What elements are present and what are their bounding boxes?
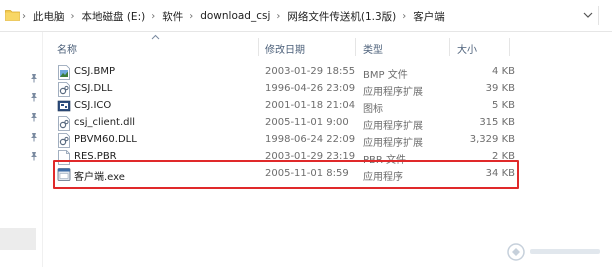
pin-icon[interactable]	[29, 73, 39, 83]
breadcrumb: › 此电脑 › 本地磁盘 (E:) › 软件 › download_csj › …	[22, 9, 445, 23]
sort-ascending-icon	[151, 34, 160, 40]
column-header-type[interactable]: 类型	[363, 41, 383, 56]
watermark-logo	[506, 241, 606, 263]
file-size: 3,329 KB	[469, 134, 515, 145]
file-row[interactable]: CSJ.ICO 2001-01-18 21:04 图标 5 KB	[52, 98, 522, 115]
file-type: BMP 文件	[363, 70, 408, 81]
file-row[interactable]: csj_client.dll 2005-11-01 9:00 应用程序扩展 31…	[52, 115, 522, 132]
file-type: 应用程序扩展	[363, 87, 423, 98]
column-divider[interactable]	[258, 38, 259, 56]
file-type: 应用程序扩展	[363, 138, 423, 149]
breadcrumb-item-this-pc[interactable]: 此电脑	[33, 9, 65, 24]
column-header-modified[interactable]: 修改日期	[265, 41, 305, 56]
column-header: 名称 修改日期 类型 大小	[43, 32, 612, 60]
file-type: 应用程序扩展	[363, 121, 423, 132]
pin-icon[interactable]	[29, 92, 39, 102]
chevron-right-icon[interactable]: ›	[402, 11, 406, 22]
file-modified: 2003-01-29 18:55	[265, 66, 356, 77]
column-divider[interactable]	[449, 38, 450, 56]
address-bar-divider	[598, 6, 599, 25]
file-size: 5 KB	[492, 100, 515, 111]
column-header-name[interactable]: 名称	[57, 41, 77, 56]
breadcrumb-item-local-disk-e[interactable]: 本地磁盘 (E:)	[82, 9, 146, 24]
file-row[interactable]: PBVM60.DLL 1998-06-24 22:09 应用程序扩展 3,329…	[52, 132, 522, 149]
highlight-box	[53, 160, 519, 189]
file-modified: 2005-11-01 9:00	[265, 117, 349, 128]
file-name[interactable]: CSJ.ICO	[74, 100, 111, 111]
chevron-right-icon[interactable]: ›	[189, 11, 193, 22]
column-header-size[interactable]: 大小	[457, 41, 477, 56]
image-file-icon	[58, 65, 70, 80]
chevron-down-icon[interactable]	[583, 11, 593, 19]
dll-file-icon	[58, 82, 70, 97]
column-divider[interactable]	[355, 38, 356, 56]
breadcrumb-item-client[interactable]: 客户端	[413, 9, 445, 24]
chevron-right-icon[interactable]: ›	[276, 11, 280, 22]
file-size: 315 KB	[479, 117, 515, 128]
file-modified: 1996-04-26 23:09	[265, 83, 356, 94]
file-name[interactable]: CSJ.DLL	[74, 83, 112, 94]
pin-icon[interactable]	[29, 112, 39, 122]
breadcrumb-item-file-transfer[interactable]: 网络文件传送机(1.3版)	[287, 9, 396, 24]
dll-file-icon	[58, 133, 70, 148]
file-type: 图标	[363, 104, 383, 115]
file-row[interactable]: CSJ.BMP 2003-01-29 18:55 BMP 文件 4 KB	[52, 64, 522, 81]
file-row[interactable]: CSJ.DLL 1996-04-26 23:09 应用程序扩展 39 KB	[52, 81, 522, 98]
file-name[interactable]: PBVM60.DLL	[74, 134, 137, 145]
file-size: 4 KB	[492, 66, 515, 77]
folder-icon	[5, 10, 20, 21]
watermark-icon	[507, 243, 525, 261]
chevron-right-icon[interactable]: ›	[71, 11, 75, 22]
breadcrumb-item-software[interactable]: 软件	[162, 9, 183, 24]
pane-divider[interactable]	[42, 32, 43, 267]
watermark-text-mark	[530, 249, 600, 254]
file-name[interactable]: CSJ.BMP	[74, 66, 115, 77]
chevron-right-icon[interactable]: ›	[22, 11, 26, 22]
file-size: 39 KB	[485, 83, 515, 94]
pin-icon[interactable]	[29, 151, 39, 161]
file-name[interactable]: csj_client.dll	[74, 117, 135, 128]
address-bar[interactable]: › 此电脑 › 本地磁盘 (E:) › 软件 › download_csj › …	[0, 0, 612, 32]
dll-file-icon	[58, 116, 70, 131]
breadcrumb-item-download-csj[interactable]: download_csj	[200, 10, 270, 22]
pin-icon[interactable]	[29, 132, 39, 142]
ico-file-icon	[57, 100, 71, 112]
nav-item-selected[interactable]	[0, 228, 36, 250]
navigation-pane[interactable]	[0, 32, 42, 267]
file-modified: 1998-06-24 22:09	[265, 134, 356, 145]
file-modified: 2001-01-18 21:04	[265, 100, 356, 111]
chevron-right-icon[interactable]: ›	[151, 11, 155, 22]
column-divider[interactable]	[509, 38, 510, 56]
